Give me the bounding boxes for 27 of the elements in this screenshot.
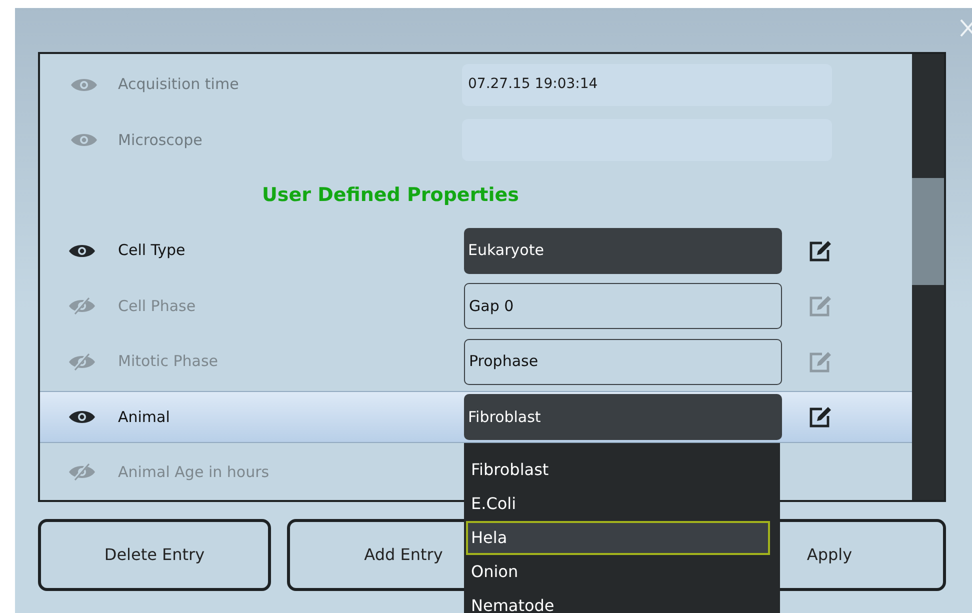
crossed-eye-icon[interactable] [68,463,96,482]
property-label: Microscope [118,130,204,151]
edit-icon[interactable] [808,406,834,428]
crossed-eye-icon[interactable] [68,352,96,370]
dropdown-option[interactable]: E.Coli [466,487,770,521]
crossed-eye-icon[interactable] [68,297,96,316]
action-button[interactable]: Delete Entry [38,519,271,591]
property-label: Animal Age in hours [118,462,270,484]
dropdown-option[interactable]: Fibroblast [466,453,770,487]
close-icon[interactable] [959,18,972,38]
value-field[interactable]: Eukaryote [464,228,782,274]
selected-row[interactable]: Animal Fibroblast [40,391,912,443]
property-label: Cell Phase [118,296,197,317]
value-field[interactable]: Prophase [464,338,782,384]
dropdown-option[interactable]: Hela [466,521,770,555]
scrollbar-thumb[interactable] [912,178,944,285]
dropdown-option[interactable]: Nematode [466,589,770,613]
section-heading: User Defined Properties [262,183,519,208]
property-label: Acquisition time [118,74,240,96]
property-label: Cell Type [118,240,186,262]
edit-icon[interactable] [808,240,834,262]
value-field: 07.27.15 19:03:14 [462,64,832,106]
value-field[interactable]: Fibroblast [464,394,782,440]
property-label: Animal [118,406,171,428]
value-field[interactable]: Gap 0 [464,283,782,330]
scrollbar[interactable] [912,54,944,500]
property-label: Mitotic Phase [118,351,220,372]
